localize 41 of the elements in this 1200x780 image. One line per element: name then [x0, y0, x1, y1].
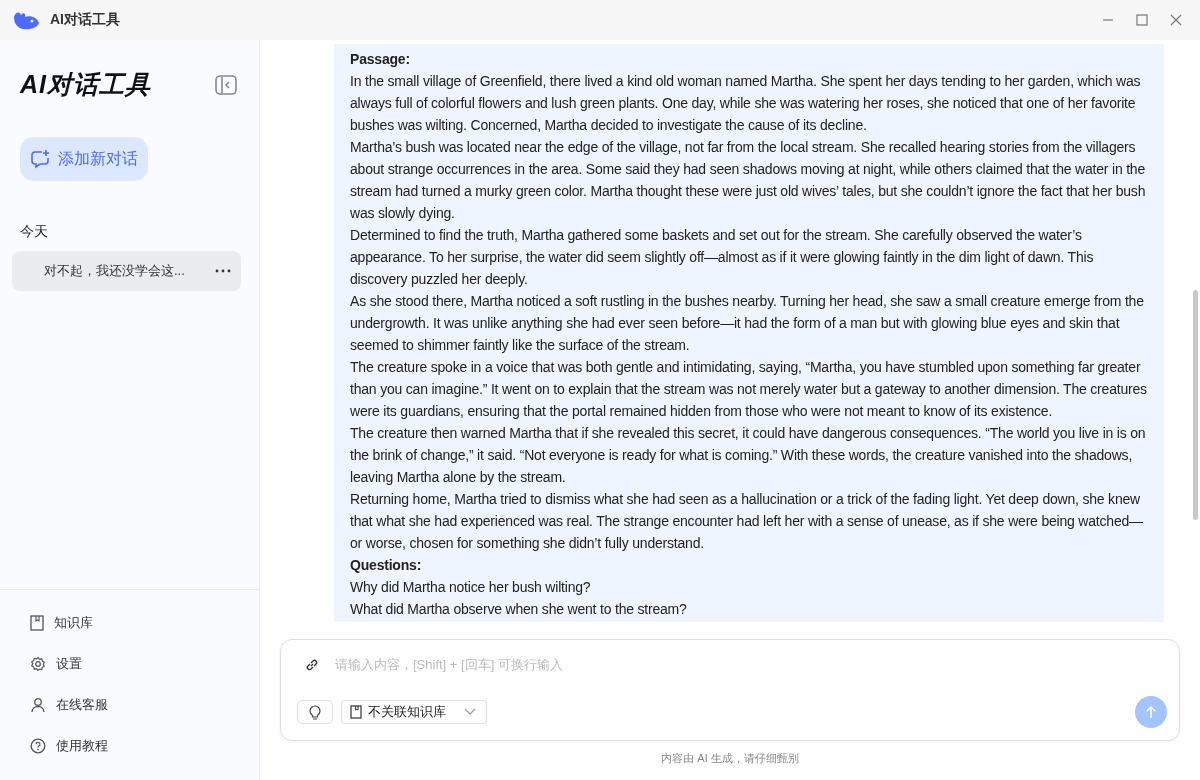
sidebar-link[interactable]: 设置 [30, 643, 259, 684]
message-input[interactable]: 请输入内容，[Shift] + [回车] 可换行输入 [333, 656, 1167, 673]
message-paragraph: Why did Martha notice her bush wilting? [350, 578, 592, 597]
lightbulb-icon [308, 704, 322, 720]
group-label: 今天 [20, 223, 49, 241]
message-paragraph: What did Martha observe when she went to the stream? [350, 600, 688, 619]
message-paragraph: Determined to find the truth, Martha gathered some baskets and set out for the stream. She carefully observed the water’s appearance. To her surprise, the water did seem slightly off—almost as if it were glowing faintly in the dim light of dawn. This discovery puzzled her deeply. [350, 226, 1095, 289]
sidebar-link[interactable]: 使用教程 [30, 725, 259, 766]
conversation-item[interactable]: 对不起，我还没学会这... [12, 251, 241, 291]
section-heading: Passage: [350, 50, 411, 69]
scrollbar-thumb[interactable] [1193, 290, 1198, 520]
sidebar-link[interactable]: 知识库 [30, 602, 259, 643]
arrow-up-icon [1145, 705, 1157, 719]
window-title: AI对话工具 [50, 11, 120, 29]
message-paragraph: Returning home, Martha tried to dismiss what she had seen as a hallucination or a trick of the fading light. Yet deep down, she knew that what she had experienced was real. The strange encounter had left her with a sense of unease, as if she were being watched—or worse, chosen for something she didn’t fully understand. [350, 490, 1144, 553]
send-button[interactable] [1135, 696, 1167, 728]
maximize-icon[interactable] [1136, 14, 1148, 26]
link-icon[interactable] [305, 657, 319, 672]
person-icon [30, 696, 46, 713]
app-title: AI对话工具 [20, 69, 151, 100]
message-paragraph: The creature then warned Martha that if she revealed this secret, it could have dangerous consequences. “The world you live in is on the brink of change,” it said. “Not everyone is ready for what is coming.” With these words, the creature vanished into the shadows, leaving Martha alone by the stream. [350, 424, 1147, 487]
conversation-title: 对不起，我还没学会这... [44, 262, 185, 280]
knowledge-select[interactable]: 不关联知识库 [341, 700, 487, 724]
close-icon[interactable] [1170, 14, 1182, 26]
chat-add-icon [30, 149, 50, 169]
section-heading: Questions: [350, 556, 423, 575]
message-paragraph: As she stood there, Martha noticed a soft rustling in the bushes nearby. Turning her head, she saw a small creature emerge from the undergrowth. It was unlike anything she had ever seen before—it had the form of a man but with glowing blue eyes and skin that seemed to shimmer faintly like the surface of the stream. [350, 292, 1145, 355]
new-chat-button[interactable]: 添加新对话 [20, 137, 148, 181]
settings-icon [30, 655, 46, 672]
message-paragraph: The creature spoke in a voice that was both gentle and intimidating, saying, “Martha, you have stumbled upon something far greater than you can imagine.” It went on to explain that the stream was not merely water but a gateway to another dimension. The creatures were its guardians, ensuring that the portal remained hidden from those who were not meant to know of its existence. [350, 358, 1148, 421]
book-icon [30, 614, 44, 631]
disclaimer-text: 内容由 AI 生成，请仔细甄别 [660, 751, 800, 766]
message-paragraph: Martha’s bush was located near the edge of the village, not far from the local stream. She recalled hearing stories from the villagers about strange occurrences in the area. Some said they had seen shadows moving at night, while others claimed that the water in the stream had turned a murky green color. Martha thought these were just old wives’ tales, but she couldn’t ignore the fact that her bush was slowly dying. [350, 138, 1147, 223]
message-paragraph: In the small village of Greenfield, there lived a kind old woman named Martha. She spent her days tending to her garden, which was always full of colorful flowers and lush green plants. One day, while she was watering her roses, she noticed that one of her favorite bushes was wilting. Concerned, Martha decided to investigate the cause of its decline. [350, 72, 1142, 135]
more-icon[interactable] [215, 269, 231, 273]
idea-button[interactable] [297, 700, 333, 724]
sidebar-link[interactable]: 在线客服 [30, 684, 259, 725]
help-icon [30, 737, 46, 754]
book-icon [350, 705, 362, 719]
collapse-sidebar-icon[interactable] [215, 74, 237, 95]
chevron-down-icon [464, 708, 476, 716]
